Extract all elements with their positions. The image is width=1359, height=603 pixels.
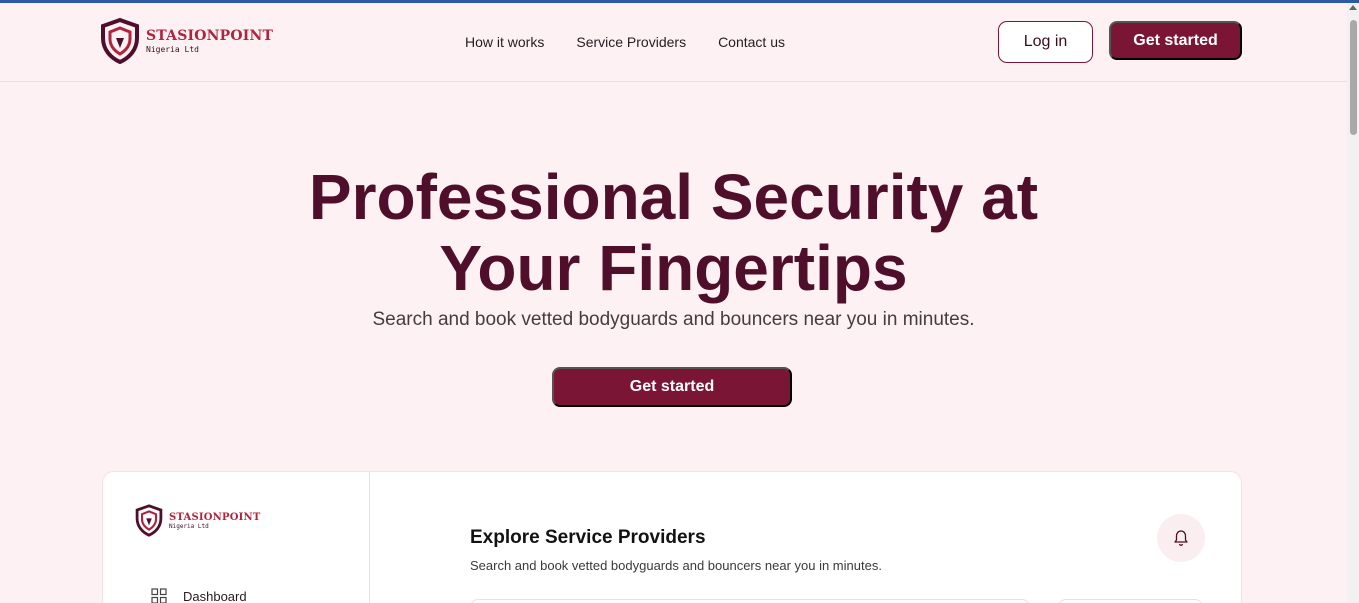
preview-brand-name: STASIONPOINT	[169, 511, 261, 523]
grid-icon	[151, 588, 167, 603]
login-button[interactable]: Log in	[998, 21, 1093, 63]
hero-get-started-button[interactable]: Get started	[552, 367, 792, 407]
hero-title: Professional Security at Your Fingertips	[0, 162, 1347, 304]
sidebar-item-dashboard[interactable]: Dashboard	[151, 588, 247, 603]
nav-get-started-button[interactable]: Get started	[1109, 21, 1242, 60]
hero-title-line-2: Your Fingertips	[439, 232, 908, 304]
scrollbar-thumb[interactable]	[1350, 20, 1357, 135]
preview-main: Explore Service Providers Search and boo…	[371, 472, 1241, 603]
nav-link-contact-us[interactable]: Contact us	[718, 34, 785, 50]
filter-select[interactable]	[1058, 599, 1203, 603]
shield-logo-icon	[101, 18, 139, 64]
notification-button[interactable]	[1157, 514, 1205, 562]
sidebar-item-label: Dashboard	[183, 588, 247, 603]
search-input[interactable]	[470, 599, 1030, 603]
preview-brand-subtitle: Nigeria Ltd	[169, 522, 209, 530]
hero-title-line-1: Professional Security at	[308, 161, 1039, 233]
hero-subtitle: Search and book vetted bodyguards and bo…	[372, 309, 975, 330]
brand-logo[interactable]: STASIONPOINT Nigeria Ltd	[100, 18, 273, 64]
nav-link-service-providers[interactable]: Service Providers	[576, 34, 686, 50]
scroll-up-arrow-icon[interactable]	[1349, 5, 1357, 10]
preview-sidebar: STASIONPOINT Nigeria Ltd Dashboard	[103, 472, 370, 603]
bell-icon	[1174, 530, 1188, 546]
dashboard-preview: STASIONPOINT Nigeria Ltd Dashboard Explo…	[102, 471, 1242, 603]
main-nav: How it works Service Providers Contact u…	[465, 34, 785, 50]
brand-subtitle: Nigeria Ltd	[146, 45, 199, 54]
shield-logo-icon	[135, 504, 163, 537]
explore-subtitle: Search and book vetted bodyguards and bo…	[470, 558, 882, 573]
preview-brand-logo: STASIONPOINT Nigeria Ltd	[135, 504, 261, 537]
nav-link-how-it-works[interactable]: How it works	[465, 34, 544, 50]
navbar: STASIONPOINT Nigeria Ltd How it works Se…	[0, 3, 1347, 82]
explore-title: Explore Service Providers	[470, 527, 706, 548]
brand-name: STASIONPOINT	[146, 28, 274, 44]
